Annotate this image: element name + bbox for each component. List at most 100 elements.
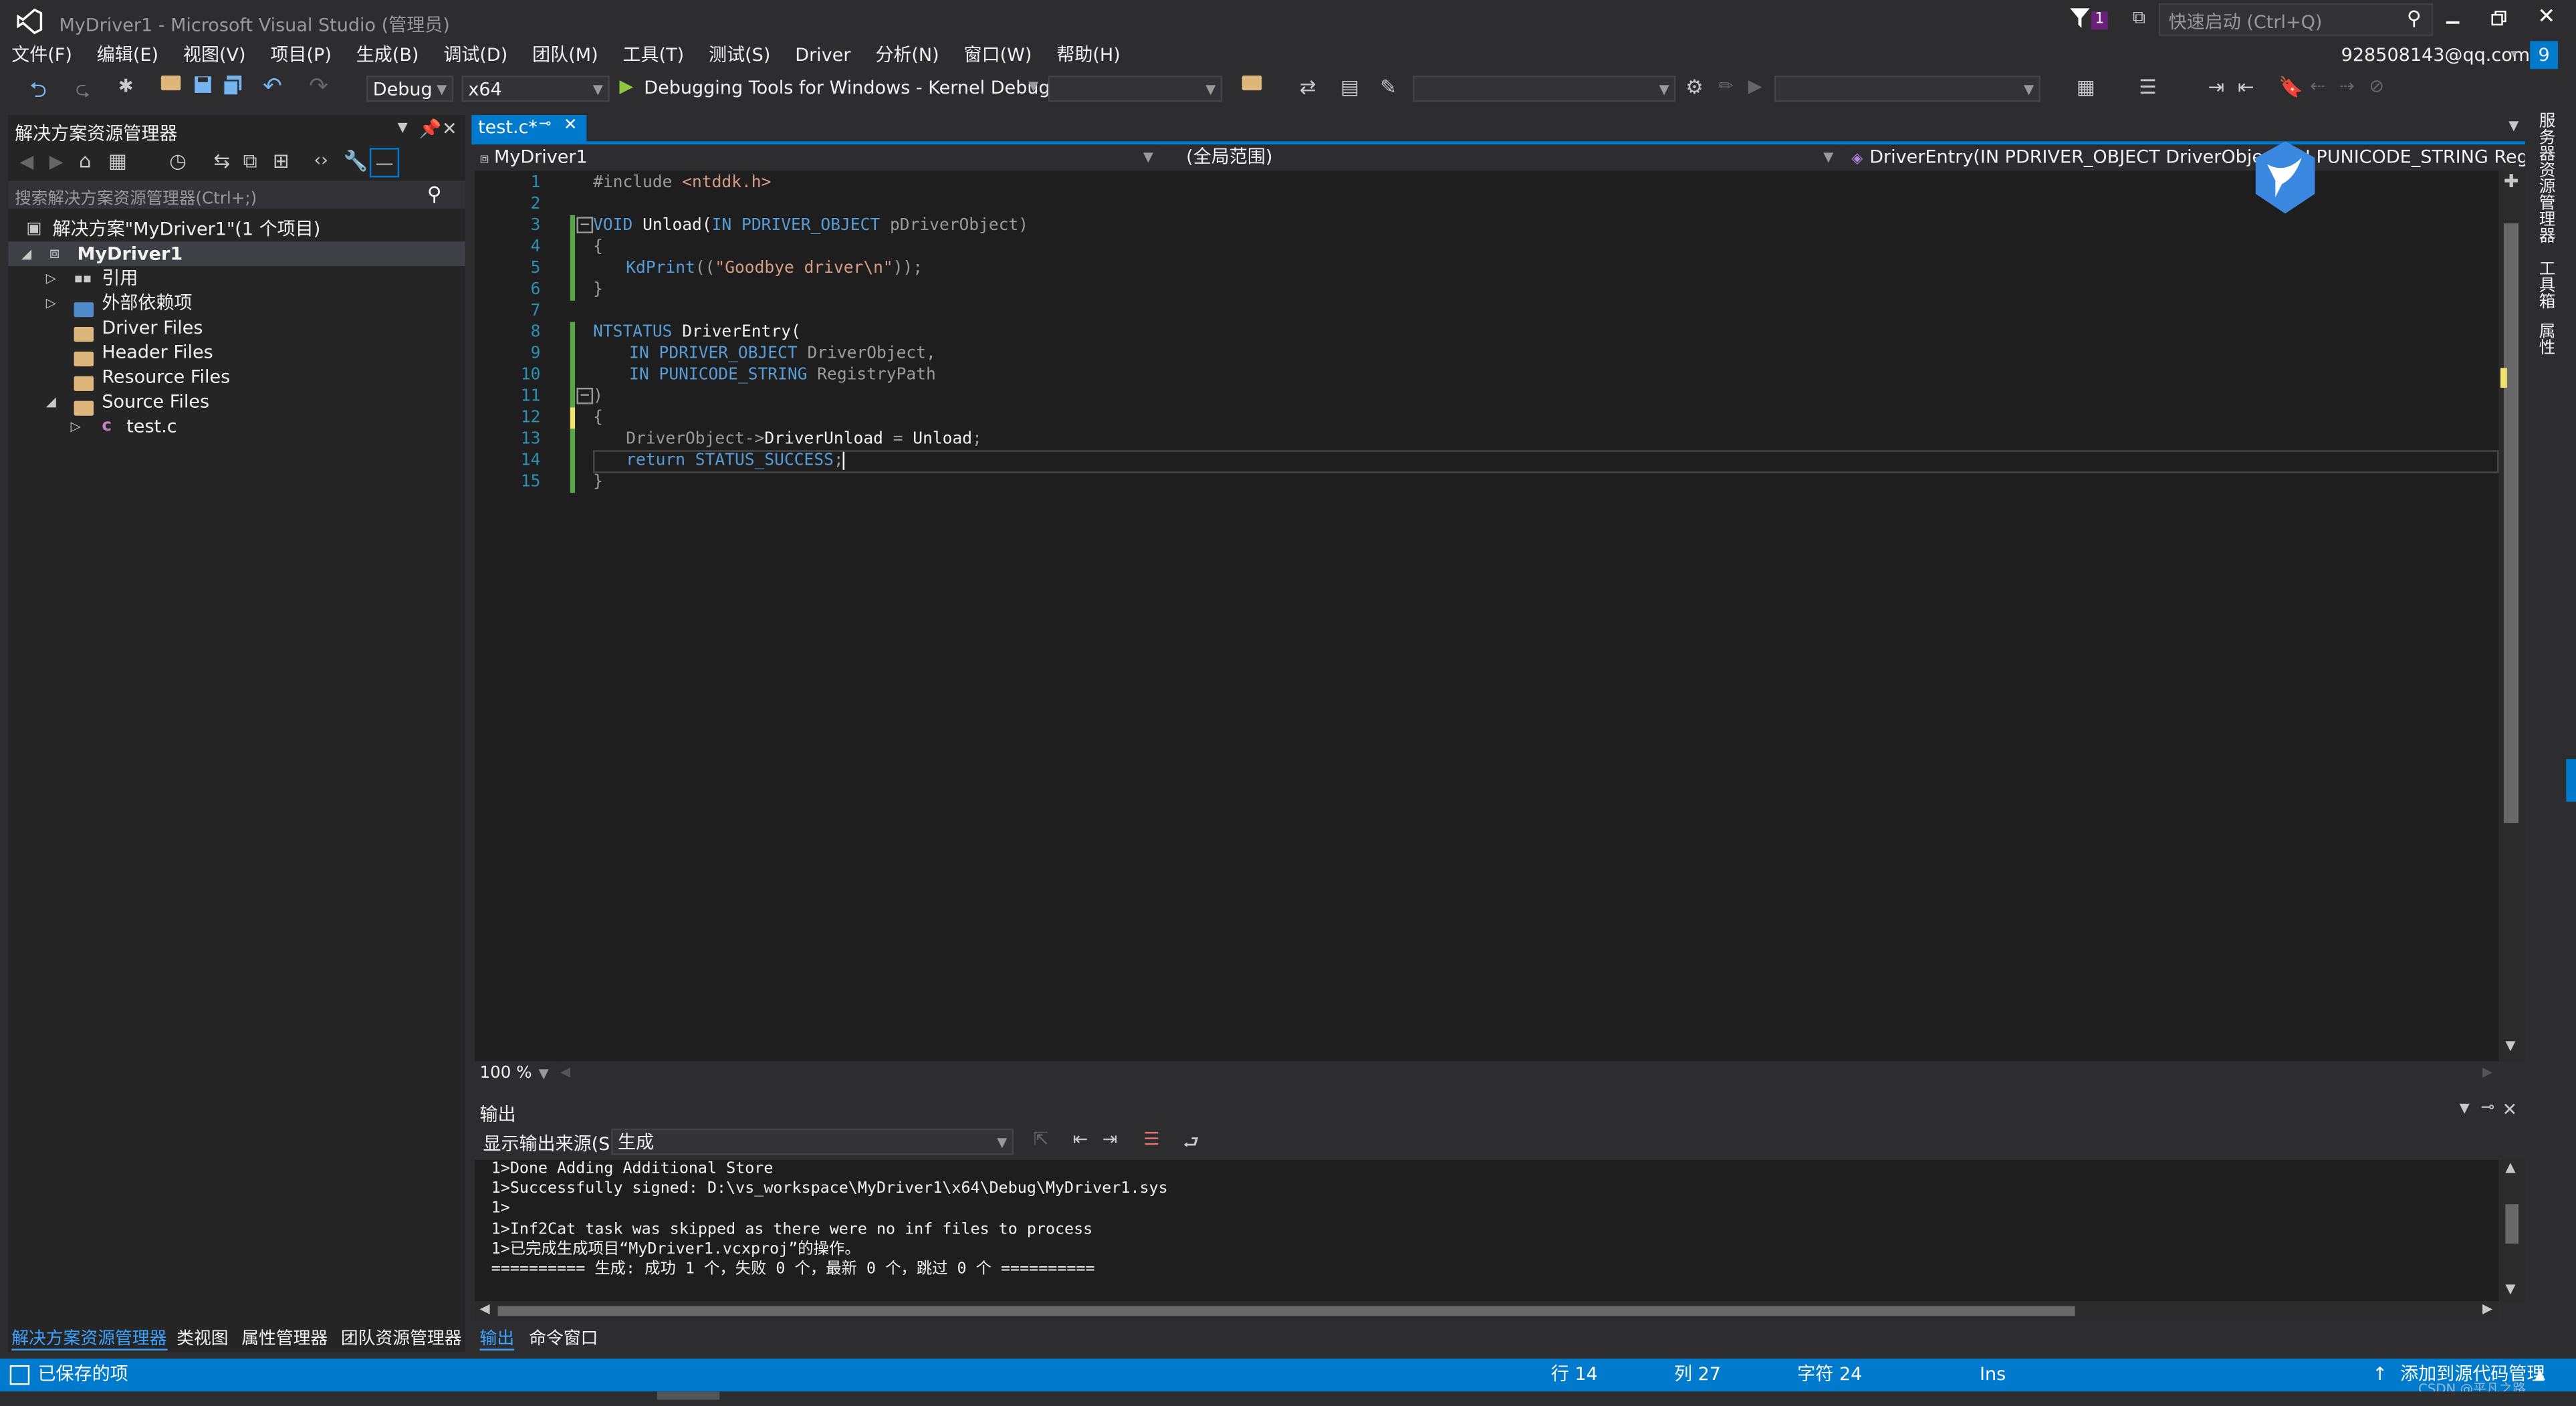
rail-server-explorer[interactable]: 服务器资源管理器 — [2533, 112, 2553, 243]
nav-project-dropdown[interactable]: ⧈ MyDriver1 ▼ — [475, 144, 1159, 171]
source-control-arrow-icon[interactable]: ▲ — [2535, 1359, 2545, 1391]
prev-bookmark-icon[interactable]: ⇠ — [2310, 76, 2325, 97]
tree-solution[interactable]: ▣ 解决方案"MyDriver1"(1 个项目) — [8, 217, 465, 241]
restore-icon[interactable] — [2487, 7, 2510, 29]
output-content[interactable]: 1>Done Adding Additional Store 1>Success… — [475, 1159, 2499, 1302]
pen-icon[interactable]: ✏ — [1718, 76, 1734, 97]
tab-close-icon[interactable]: ✕ — [564, 116, 578, 134]
menu-team[interactable]: 团队(M) — [521, 41, 611, 69]
show-all-files-icon[interactable]: ⊞ — [273, 150, 289, 172]
solution-platform-dropdown[interactable]: x64 ▼ — [461, 76, 610, 102]
menu-build[interactable]: 生成(B) — [345, 41, 433, 69]
account-name[interactable]: 928508143@qq.com — [2341, 44, 2530, 66]
feedback-icon[interactable]: ⧉ — [2127, 7, 2150, 29]
filter-notification-icon[interactable] — [2070, 7, 2090, 29]
rail-properties[interactable]: 属性 — [2533, 322, 2553, 355]
tree-test-c[interactable]: ▷ c test.c — [8, 414, 465, 439]
properties-icon[interactable]: 🔧 — [344, 150, 368, 172]
tree-source-files[interactable]: ◢ Source Files — [8, 389, 465, 415]
next-message-icon[interactable]: ⇥ — [1102, 1129, 1118, 1150]
scroll-down-icon[interactable]: ▼ — [2505, 1282, 2515, 1296]
close-icon[interactable]: ✕ — [2535, 4, 2558, 29]
tab-test-c[interactable]: test.c* ⊸ ✕ — [471, 115, 587, 142]
tab-solution-explorer[interactable]: 解决方案资源管理器 — [11, 1328, 167, 1351]
scrollbar-thumb[interactable] — [497, 1306, 2075, 1316]
scroll-right-icon[interactable]: ▶ — [2482, 1064, 2492, 1079]
menu-view[interactable]: 视图(V) — [172, 41, 259, 69]
tab-command-window[interactable]: 命令窗口 — [529, 1329, 598, 1349]
expand-arrow-icon[interactable]: ▷ — [71, 414, 81, 439]
search-icon[interactable]: ⚲ — [2407, 7, 2422, 29]
output-vertical-scrollbar[interactable]: ▲ ▼ — [2498, 1159, 2525, 1302]
account-dropdown-icon[interactable]: ▾ — [2510, 46, 2517, 61]
nav-member-dropdown[interactable]: ◈ DriverEntry(IN PDRIVER_OBJECT DriverObj… — [1847, 144, 2525, 171]
menu-tools[interactable]: 工具(T) — [611, 41, 697, 69]
open-file-icon[interactable] — [160, 76, 187, 91]
menu-window[interactable]: 窗口(W) — [952, 41, 1045, 69]
output-horizontal-scrollbar[interactable]: ◀ ▶ — [475, 1301, 2499, 1321]
fold-collapse-icon[interactable]: − — [576, 217, 594, 233]
collapse-arrow-icon[interactable]: ◢ — [46, 389, 56, 414]
panel-close-icon[interactable]: ✕ — [2502, 1099, 2517, 1121]
scroll-right-icon[interactable]: ▶ — [2482, 1301, 2492, 1316]
upload-icon[interactable]: ↑ — [2372, 1359, 2387, 1391]
preview-icon[interactable]: — — [369, 148, 400, 178]
solution-config-dropdown[interactable]: Debug ▼ — [366, 76, 454, 102]
prev-message-icon[interactable]: ⇤ — [1073, 1129, 1088, 1150]
indent-icon[interactable]: ⇥ — [2208, 76, 2225, 98]
pin-icon[interactable]: ⊸ — [2481, 1099, 2495, 1117]
tab-team-explorer[interactable]: 团队资源管理器 — [341, 1329, 462, 1349]
output-source-dropdown[interactable]: 生成 ▼ — [611, 1129, 1014, 1155]
pending-changes-icon[interactable]: ◷ — [169, 150, 187, 172]
undo-icon[interactable]: ↶ — [263, 74, 282, 100]
format-icon[interactable]: ✎ — [1380, 76, 1397, 98]
quick-launch[interactable]: 快速启动 (Ctrl+Q) ⚲ — [2158, 3, 2434, 37]
save-icon[interactable] — [194, 76, 212, 94]
debugger-dropdown-icon[interactable]: ▼ — [1028, 79, 1038, 94]
tree-references[interactable]: ▷ ▪▪ 引用 — [8, 266, 465, 291]
minimize-icon[interactable] — [2442, 7, 2464, 29]
scroll-up-icon[interactable]: ▲ — [2505, 1160, 2515, 1175]
tab-output[interactable]: 输出 — [479, 1328, 514, 1351]
sync-icon[interactable]: ⇆ — [213, 150, 230, 172]
account-badge[interactable]: 9 — [2530, 41, 2559, 70]
menu-debug[interactable]: 调试(D) — [432, 41, 521, 69]
split-icon[interactable]: ✚ — [2504, 171, 2519, 193]
se-forward-icon[interactable]: ▶ — [49, 151, 64, 172]
tab-class-view[interactable]: 类视图 — [177, 1329, 228, 1349]
scroll-left-icon[interactable]: ◀ — [480, 1301, 490, 1316]
nav-scope-dropdown[interactable]: (全局范围) ▼ — [1181, 144, 1839, 171]
align-icon[interactable]: ☰ — [2139, 76, 2156, 98]
start-debug-icon[interactable]: ▶ — [619, 76, 633, 97]
collapse-arrow-icon[interactable]: ◢ — [21, 241, 31, 266]
comment-icon[interactable]: ▤ — [1340, 76, 1359, 98]
toolbar-empty-combo-1[interactable]: ▼ — [1048, 76, 1223, 102]
menu-project[interactable]: 项目(P) — [259, 41, 344, 69]
menu-file[interactable]: 文件(F) — [0, 41, 86, 69]
menu-help[interactable]: 帮助(H) — [1045, 41, 1133, 69]
debugger-target[interactable]: Debugging Tools for Windows - Kernel Deb… — [644, 77, 1080, 98]
scrollbar-thumb[interactable] — [2505, 1204, 2519, 1244]
layout-icon[interactable]: ▦ — [2077, 76, 2095, 98]
go-to-icon[interactable]: ⇄ — [1300, 76, 1316, 98]
menu-edit[interactable]: 编辑(E) — [86, 41, 172, 69]
forward-icon[interactable]: ⮎ — [76, 76, 90, 107]
attach-icon[interactable]: ⚙ — [1685, 76, 1703, 98]
find-in-files-icon[interactable] — [1242, 76, 1268, 91]
expand-arrow-icon[interactable]: ▷ — [46, 291, 56, 316]
switch-views-icon[interactable]: ▦ — [108, 150, 127, 172]
fold-collapse-icon[interactable]: − — [576, 387, 594, 404]
editor-vertical-scrollbar[interactable]: ✚ ▼ — [2498, 170, 2525, 1062]
expand-arrow-icon[interactable]: ▷ — [46, 266, 56, 291]
toolbar-empty-combo-3[interactable]: ▼ — [1774, 76, 2040, 102]
scrollbar-thumb[interactable] — [2503, 223, 2519, 824]
solution-search-icon[interactable]: ⚲ — [427, 183, 442, 205]
solution-search[interactable]: 搜索解决方案资源管理器(Ctrl+;) ⚲ — [8, 181, 465, 209]
redo-icon[interactable]: ↷ — [309, 74, 328, 100]
tree-external-deps[interactable]: ▷ 外部依赖项 — [8, 291, 465, 317]
collapse-all-icon[interactable]: ⧉ — [243, 150, 257, 174]
rail-toolbox[interactable]: 工具箱 — [2533, 259, 2553, 309]
tree-resource-files[interactable]: Resource Files — [8, 365, 465, 390]
zoom-dropdown[interactable]: 100 % ▼ — [475, 1061, 554, 1088]
tab-property-manager[interactable]: 属性管理器 — [241, 1329, 328, 1349]
